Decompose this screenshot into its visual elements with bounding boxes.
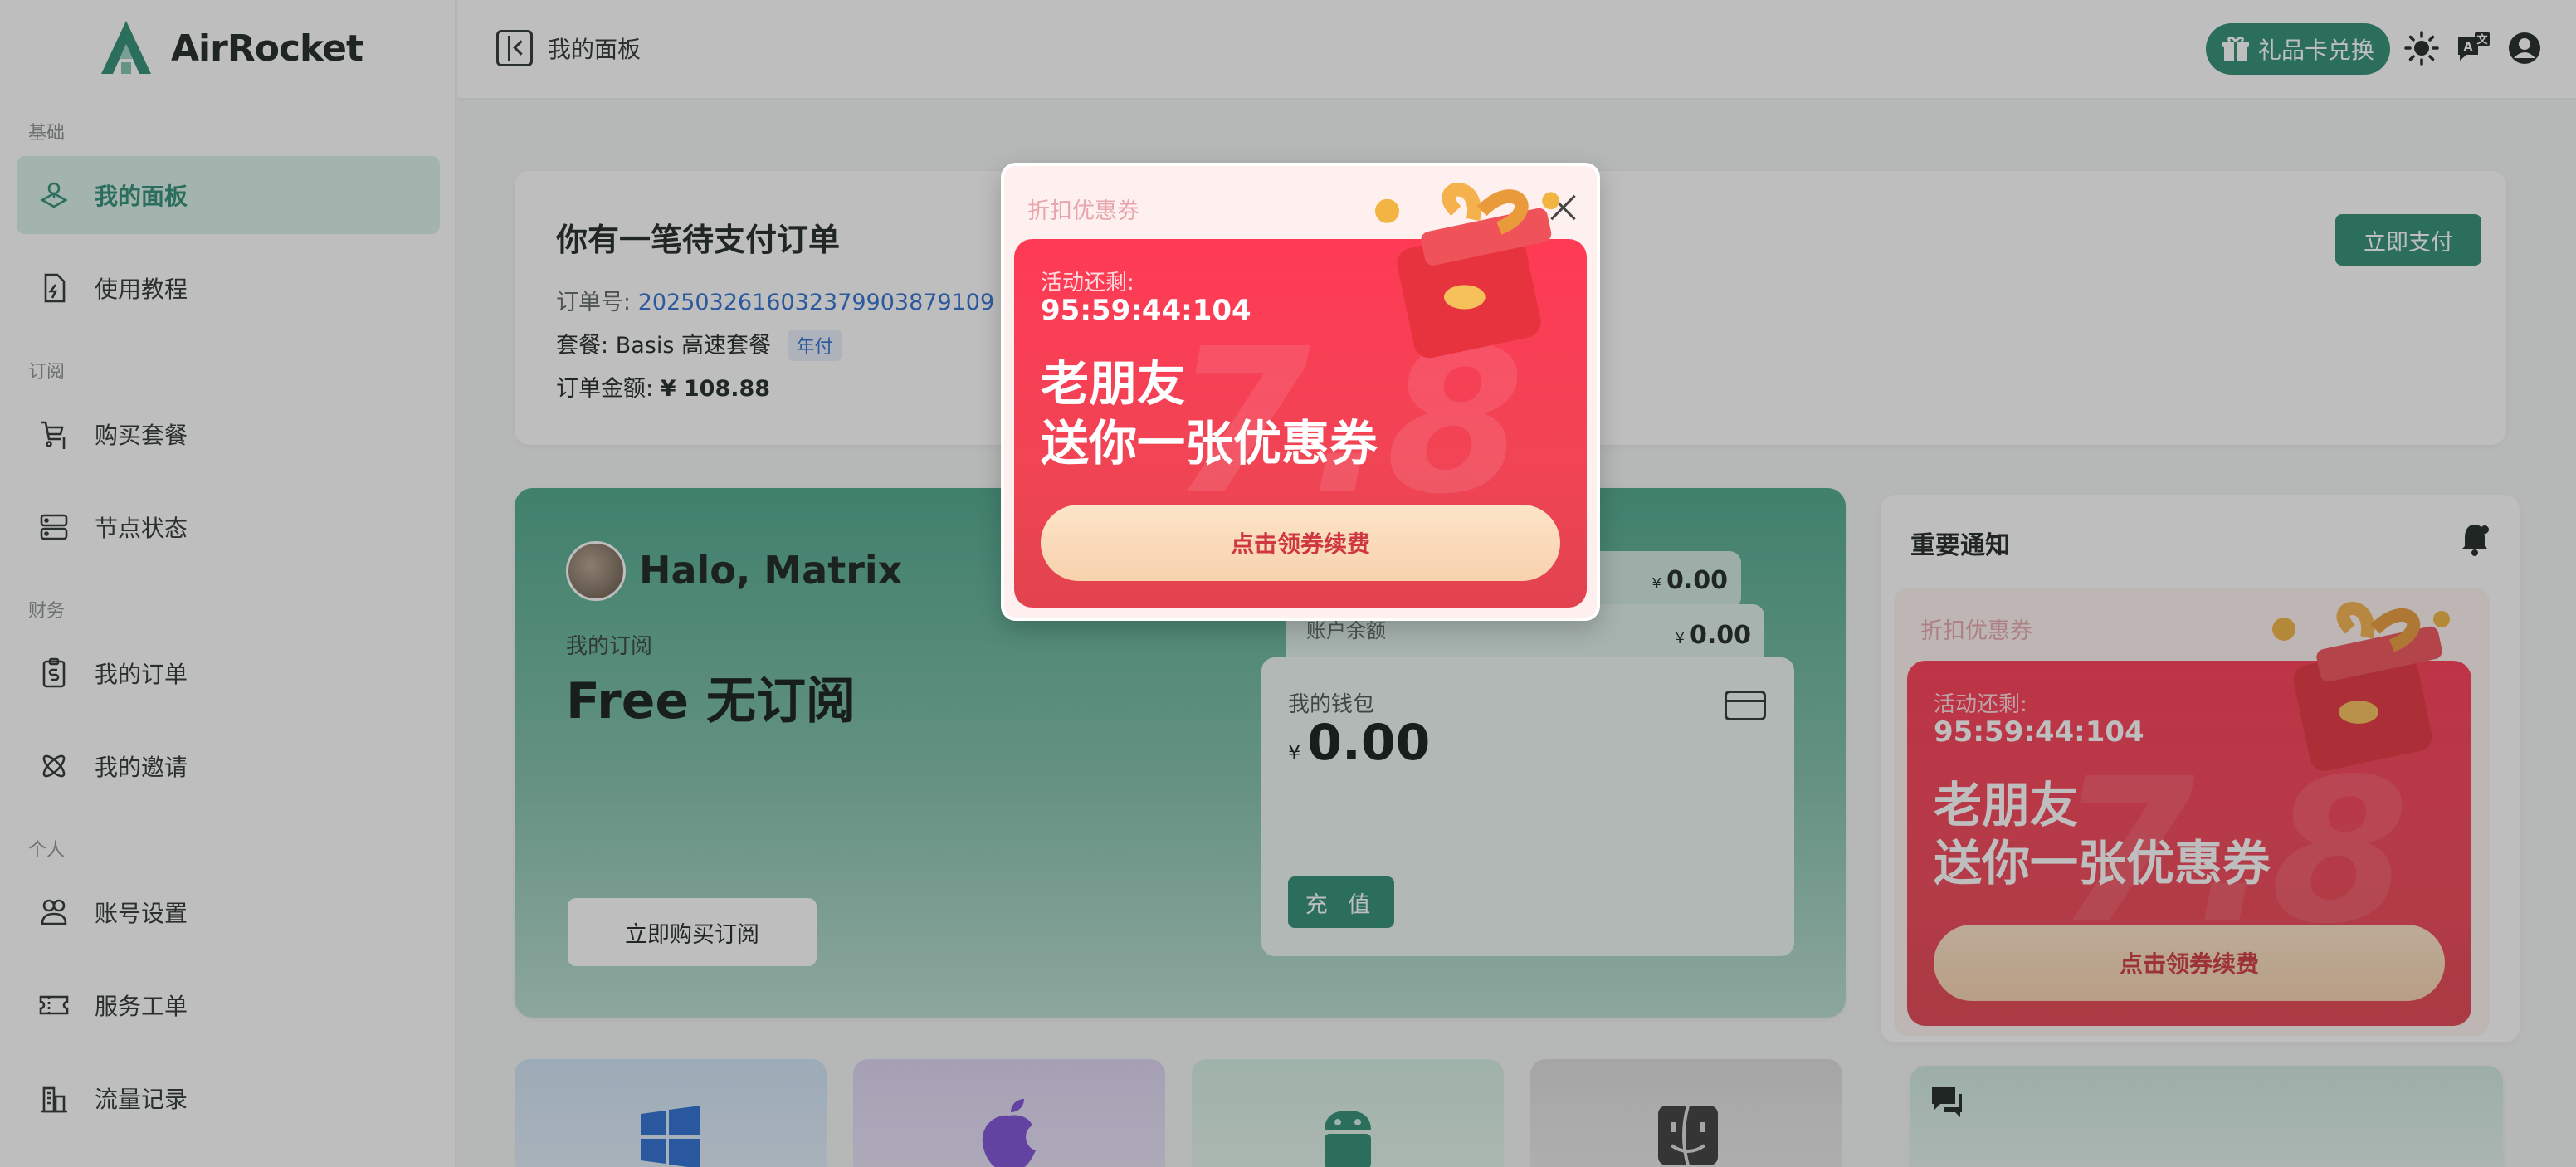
countdown-value: 95:59:44:104 xyxy=(1041,294,1251,327)
claim-coupon-button[interactable]: 点击领券续费 xyxy=(1041,505,1560,581)
coupon-header: 折扣优惠券 xyxy=(1027,198,1139,224)
coupon-headline-2: 送你一张优惠券 xyxy=(1041,415,1378,471)
gift-box-illustration xyxy=(1374,183,1559,359)
coupon-modal: 折扣优惠券 7.8 活动还剩: 95:59:44:104 老朋友 送你一张优惠券… xyxy=(1001,163,1600,621)
coupon-headline-1: 老朋友 xyxy=(1041,355,1186,412)
countdown-label: 活动还剩: xyxy=(1041,271,1134,295)
